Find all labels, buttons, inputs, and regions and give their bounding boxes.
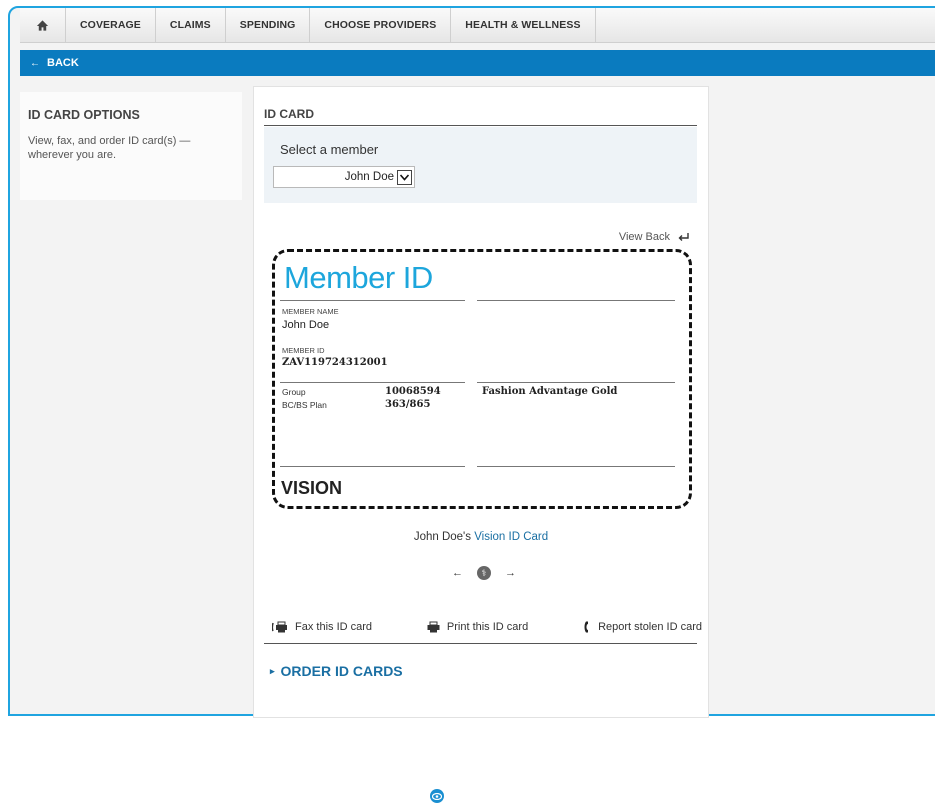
member-select-value: John Doe <box>344 171 394 183</box>
actions-divider <box>264 643 697 644</box>
card-actions: Fax this ID card Print this ID card Repo… <box>272 621 702 633</box>
printer-icon <box>427 621 440 633</box>
panel-divider <box>264 125 697 126</box>
card-divider <box>280 382 465 383</box>
medical-card-icon[interactable]: ⚕ <box>477 566 491 580</box>
fax-icon <box>272 621 287 633</box>
sidebar: ID CARD OPTIONS View, fax, and order ID … <box>20 92 242 200</box>
group-value: 10068594 <box>385 386 441 397</box>
nav-choose-providers[interactable]: CHOOSE PROVIDERS <box>310 8 452 42</box>
top-navigation: COVERAGE CLAIMS SPENDING CHOOSE PROVIDER… <box>20 8 935 43</box>
order-id-cards-link[interactable]: ▸ ORDER ID CARDS <box>270 663 403 679</box>
card-divider <box>477 466 675 467</box>
print-card-button[interactable]: Print this ID card <box>427 621 528 633</box>
fax-card-button[interactable]: Fax this ID card <box>272 621 372 633</box>
nav-coverage[interactable]: COVERAGE <box>66 8 156 42</box>
chevron-down-icon <box>397 169 412 185</box>
member-name-value: John Doe <box>282 319 330 331</box>
id-card-panel: ID CARD Select a member John Doe View Ba… <box>253 86 709 803</box>
caret-right-icon: ▸ <box>270 665 275 676</box>
nav-spending[interactable]: SPENDING <box>226 8 311 42</box>
sidebar-title: ID CARD OPTIONS <box>28 108 140 122</box>
next-card-arrow-icon[interactable]: → <box>505 567 516 579</box>
card-pager: ← ⚕ → <box>424 563 544 803</box>
group-label: Group <box>282 387 306 397</box>
nav-claims[interactable]: CLAIMS <box>156 8 226 42</box>
card-caption: John Doe's Vision ID Card <box>254 531 708 543</box>
phone-icon <box>584 621 589 633</box>
card-divider <box>477 300 675 301</box>
plan-label: BC/BS Plan <box>282 400 327 410</box>
member-id-label: MEMBER ID <box>282 346 325 355</box>
eye-icon[interactable] <box>430 789 444 803</box>
flip-icon <box>678 233 689 241</box>
member-id-value: ZAV119724312001 <box>282 357 388 368</box>
print-label: Print this ID card <box>446 621 529 633</box>
back-bar[interactable]: ← BACK <box>20 50 935 76</box>
caption-owner: John Doe's <box>413 531 472 543</box>
order-label: ORDER ID CARDS <box>280 663 403 679</box>
plan-name: Fashion Advantage Gold <box>482 386 618 397</box>
card-divider <box>280 300 465 301</box>
back-label: BACK <box>47 57 79 69</box>
panel-title: ID CARD <box>264 107 314 121</box>
card-title: Member ID <box>284 260 433 295</box>
member-select-section: Select a member John Doe <box>264 127 697 203</box>
member-select[interactable]: John Doe <box>273 166 415 188</box>
card-divider <box>280 466 465 467</box>
plan-value: 363/865 <box>385 399 431 410</box>
caption-card-type: Vision ID Card <box>474 531 549 543</box>
view-back-link[interactable]: View Back <box>619 231 690 243</box>
sidebar-description: View, fax, and order ID card(s) —whereve… <box>28 135 191 161</box>
id-card: Member ID MEMBER NAME John Doe MEMBER ID… <box>272 249 692 509</box>
home-icon[interactable] <box>20 8 66 42</box>
select-member-label: Select a member <box>280 142 379 157</box>
card-divider <box>477 382 675 383</box>
back-arrow-icon: ← <box>30 57 40 69</box>
previous-card-arrow-icon[interactable]: ← <box>452 567 463 579</box>
view-back-label: View Back <box>618 231 670 243</box>
card-type: VISION <box>281 478 343 498</box>
report-stolen-button[interactable]: Report stolen ID card <box>583 621 702 633</box>
member-name-label: MEMBER NAME <box>282 307 339 316</box>
report-label: Report stolen ID card <box>598 621 702 633</box>
fax-label: Fax this ID card <box>295 621 373 633</box>
nav-health-wellness[interactable]: HEALTH & WELLNESS <box>451 8 596 42</box>
